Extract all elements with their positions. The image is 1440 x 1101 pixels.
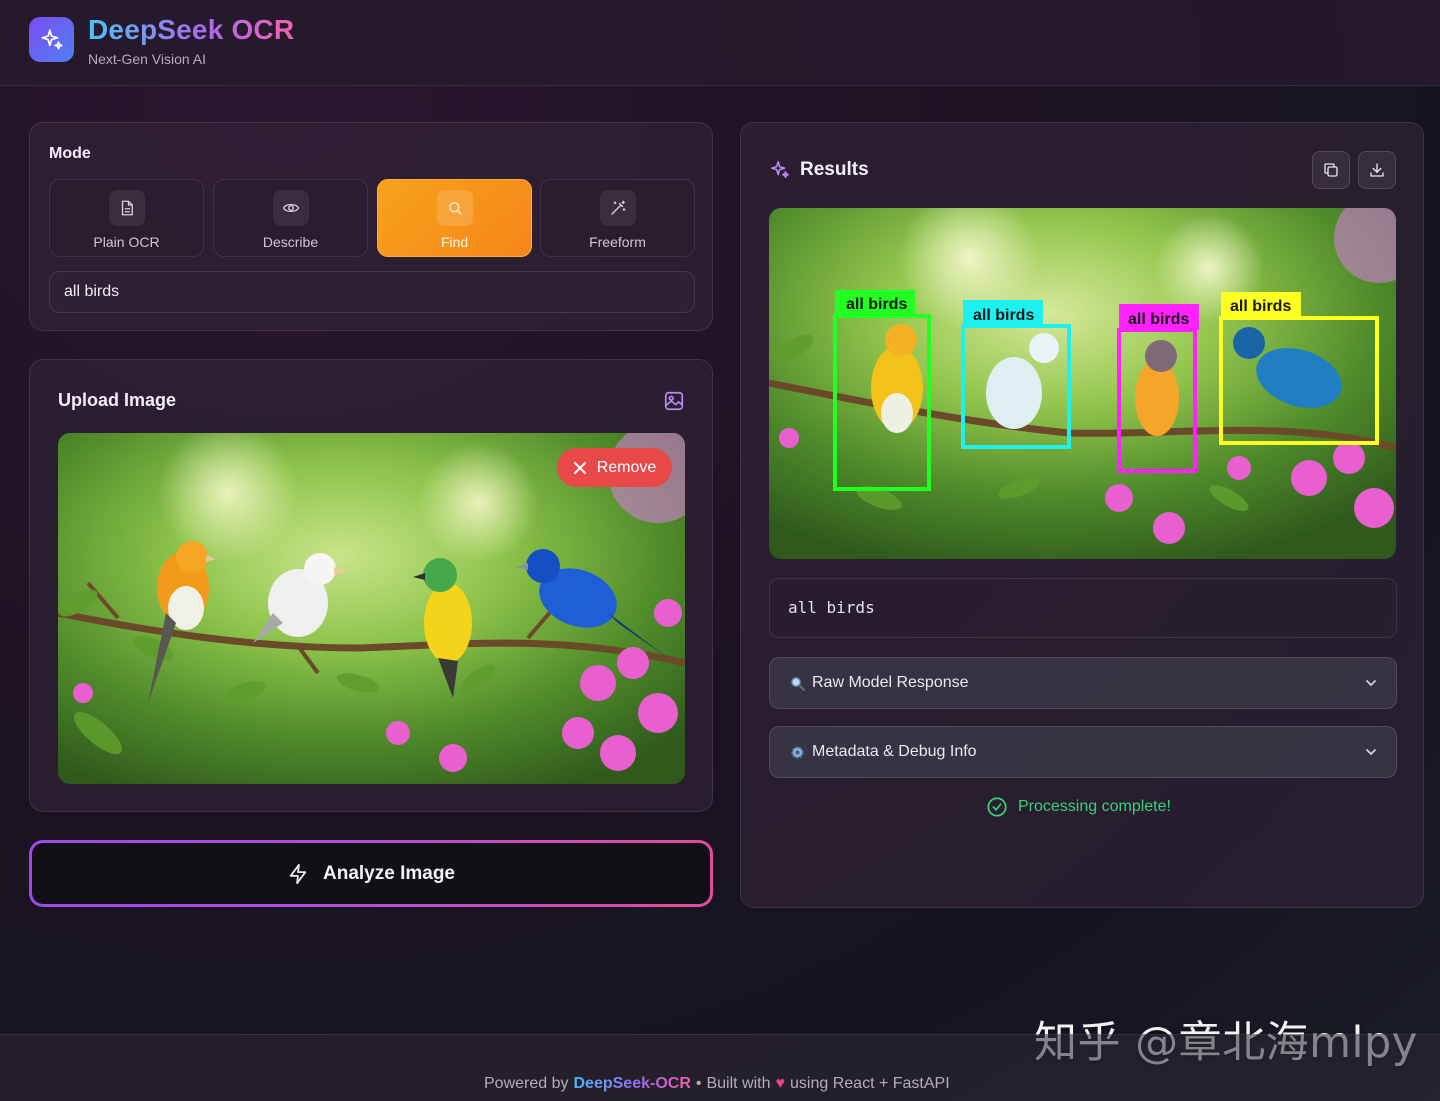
copy-icon (1324, 163, 1338, 177)
mode-label: Mode (49, 145, 91, 162)
metadata-debug-label: Metadata & Debug Info (812, 743, 977, 760)
raw-model-response-accordion[interactable]: Raw Model Response (769, 657, 1397, 709)
status-text: Processing complete! (1018, 798, 1171, 815)
sparkles-icon (770, 160, 790, 179)
image-icon[interactable] (663, 390, 685, 412)
upload-title: Upload Image (58, 390, 177, 410)
footer-built-with: Built with (706, 1075, 771, 1092)
app-subtitle: Next-Gen Vision AI (88, 51, 207, 67)
mode-find-label: Find (440, 234, 469, 250)
download-icon (1370, 163, 1384, 177)
metadata-debug-accordion[interactable]: Metadata & Debug Info (769, 726, 1397, 778)
app-header: DeepSeek OCR Next-Gen Vision AI (0, 0, 1440, 86)
footer: Powered by DeepSeek-OCR • Built with ♥ u… (0, 1034, 1440, 1101)
mode-describe-label: Describe (262, 234, 319, 250)
mode-panel: Mode Plain OCR Describe Find Freeform al… (29, 122, 713, 331)
heart-icon: ♥ (775, 1075, 786, 1092)
eye-icon (272, 190, 309, 226)
processing-status: Processing complete! (986, 796, 1171, 818)
remove-image-button[interactable]: Remove (557, 448, 672, 487)
footer-separator: • (695, 1075, 702, 1092)
prompt-input[interactable] (49, 271, 695, 313)
detection-label-3: all birds (1128, 311, 1189, 328)
raw-model-response-label: Raw Model Response (812, 674, 969, 691)
annotated-result-image: all birds all birds all birds all birds (769, 208, 1396, 559)
check-circle-icon (987, 797, 1007, 817)
mode-freeform-button[interactable]: Freeform (540, 179, 695, 257)
detection-label-2: all birds (973, 307, 1034, 324)
app-logo (29, 17, 74, 62)
lightning-icon (289, 863, 307, 884)
mode-find-button[interactable]: Find (377, 179, 532, 257)
app-title: DeepSeek OCR (88, 14, 295, 45)
analyze-label: Analyze Image (323, 862, 455, 884)
result-text-output[interactable]: all birds (769, 578, 1397, 638)
detection-label-4: all birds (1230, 298, 1291, 315)
upload-panel: Upload Image Remove (29, 359, 713, 812)
footer-credits: Powered by DeepSeek-OCR • Built with ♥ u… (484, 1075, 950, 1093)
results-title: Results (800, 159, 869, 180)
download-button[interactable] (1358, 151, 1396, 189)
document-icon (108, 190, 145, 226)
gear-icon (788, 743, 806, 761)
chevron-down-icon (1366, 680, 1376, 687)
footer-using: using React + FastAPI (790, 1075, 950, 1092)
mode-plain-ocr-button[interactable]: Plain OCR (49, 179, 204, 257)
mode-freeform-label: Freeform (589, 234, 646, 250)
analyze-image-button[interactable]: Analyze Image (29, 840, 713, 907)
copy-button[interactable] (1312, 151, 1350, 189)
detection-label-1: all birds (846, 296, 907, 313)
mode-describe-button[interactable]: Describe (213, 179, 368, 257)
results-panel: Results all birds all birds all birds al… (740, 122, 1424, 908)
annotated-birds-photo: all birds all birds all birds all birds (769, 208, 1396, 559)
close-icon (573, 461, 586, 474)
footer-brand-link[interactable]: DeepSeek-OCR (574, 1075, 691, 1093)
remove-label: Remove (596, 458, 657, 476)
magic-wand-icon (599, 190, 636, 226)
chevron-down-icon (1366, 749, 1376, 756)
search-icon (436, 190, 473, 226)
footer-powered-by: Powered by (484, 1075, 569, 1092)
magnifier-icon (788, 674, 806, 692)
mode-plain-ocr-label: Plain OCR (93, 234, 160, 250)
sparkles-icon (40, 28, 63, 50)
